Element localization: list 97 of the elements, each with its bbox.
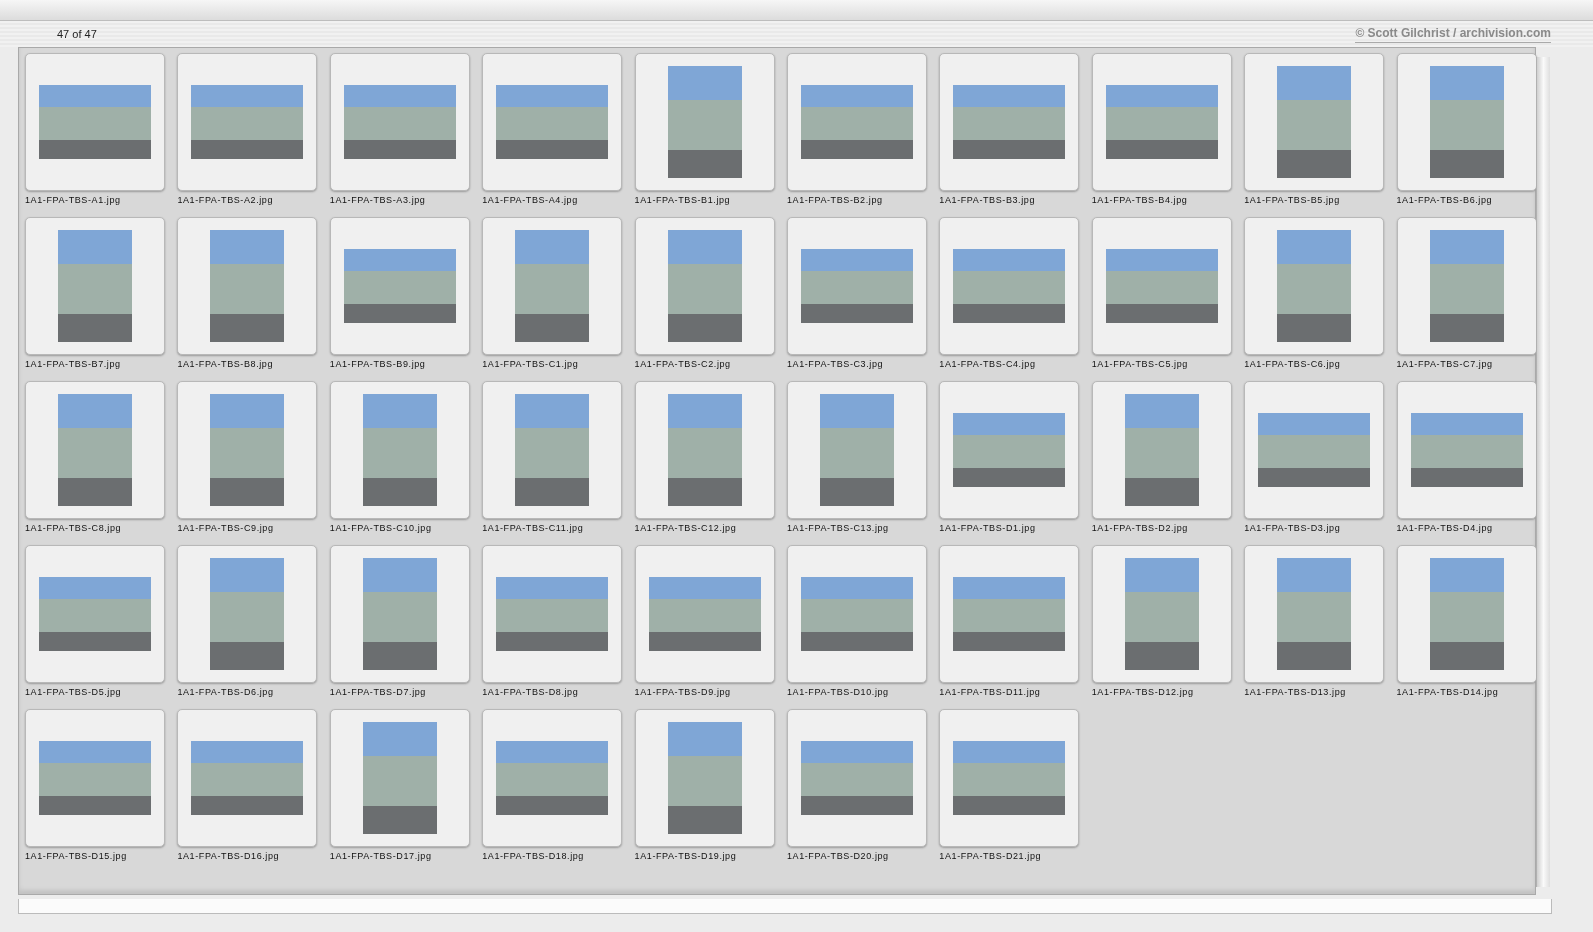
file-name: 1A1-FPA-TBS-D15.jpg <box>25 851 128 863</box>
file-name: 1A1-FPA-TBS-D14.jpg <box>1396 687 1500 699</box>
thumbnail-card[interactable] <box>1244 53 1385 191</box>
file-name: 1A1-FPA-TBS-B5.jpg <box>1244 195 1341 207</box>
thumbnail-card[interactable] <box>786 53 927 191</box>
file-name: 1A1-FPA-TBS-C11.jpg <box>482 523 585 535</box>
thumbnail-card[interactable] <box>786 709 927 847</box>
thumbnail-card[interactable] <box>786 381 927 519</box>
file-name: 1A1-FPA-TBS-B4.jpg <box>1091 195 1189 207</box>
thumbnail-card[interactable] <box>177 53 318 191</box>
file-name: 1A1-FPA-TBS-D16.jpg <box>177 851 281 863</box>
file-name: 1A1-FPA-TBS-A3.jpg <box>329 195 427 207</box>
file-name: 1A1-FPA-TBS-B2.jpg <box>786 195 884 207</box>
thumbnail-card[interactable] <box>634 545 775 683</box>
file-name: 1A1-FPA-TBS-B1.jpg <box>634 195 732 207</box>
thumbnail-card[interactable] <box>1091 381 1232 519</box>
thumbnail-card[interactable] <box>329 53 470 191</box>
file-name: 1A1-FPA-TBS-C6.jpg <box>1244 359 1342 371</box>
file-name: 1A1-FPA-TBS-D2.jpg <box>1091 523 1189 535</box>
file-name: 1A1-FPA-TBS-D5.jpg <box>25 687 123 699</box>
file-name: 1A1-FPA-TBS-B8.jpg <box>177 359 275 371</box>
file-name: 1A1-FPA-TBS-C13.jpg <box>786 523 890 535</box>
thumbnail-card[interactable] <box>634 709 775 847</box>
thumbnail-card[interactable] <box>329 709 470 847</box>
file-name: 1A1-FPA-TBS-D3.jpg <box>1244 523 1342 535</box>
file-name: 1A1-FPA-TBS-C3.jpg <box>786 359 885 371</box>
thumbnail-card[interactable] <box>1091 545 1232 683</box>
file-name: 1A1-FPA-TBS-C4.jpg <box>939 359 1037 371</box>
copyright-credit: © Scott Gilchrist / archivision.com <box>1355 25 1551 43</box>
file-name: 1A1-FPA-TBS-C7.jpg <box>1396 359 1494 371</box>
file-name: 1A1-FPA-TBS-B3.jpg <box>939 195 1036 207</box>
thumbnail-card[interactable] <box>1396 53 1537 191</box>
file-name: 1A1-FPA-TBS-D6.jpg <box>177 687 275 699</box>
file-name: 1A1-FPA-TBS-A4.jpg <box>482 195 579 207</box>
file-name: 1A1-FPA-TBS-C5.jpg <box>1091 359 1189 371</box>
thumbnail-card[interactable] <box>939 53 1080 191</box>
file-name: 1A1-FPA-TBS-A2.jpg <box>177 195 275 207</box>
file-name: 1A1-FPA-TBS-D10.jpg <box>786 687 890 699</box>
thumbnail-card[interactable] <box>1396 217 1537 355</box>
file-name: 1A1-FPA-TBS-C8.jpg <box>25 523 123 535</box>
thumbnail-card[interactable] <box>482 381 623 519</box>
image-count: 47 of 47 <box>57 28 97 40</box>
file-name: 1A1-FPA-TBS-D4.jpg <box>1396 523 1494 535</box>
thumbnail-card[interactable] <box>634 381 775 519</box>
thumbnail-card[interactable] <box>482 53 623 191</box>
thumbnail-card[interactable] <box>25 709 165 847</box>
file-name: 1A1-FPA-TBS-D9.jpg <box>634 687 732 699</box>
thumbnail-card[interactable] <box>939 545 1080 683</box>
file-name: 1A1-FPA-TBS-D1.jpg <box>939 523 1037 535</box>
thumbnail-card[interactable] <box>1091 217 1232 355</box>
thumbnail-card[interactable] <box>1244 545 1385 683</box>
thumbnail-card[interactable] <box>634 217 775 355</box>
thumbnail-card[interactable] <box>1091 53 1232 191</box>
thumbnail-card[interactable] <box>25 53 165 191</box>
thumbnail-card[interactable] <box>939 217 1080 355</box>
thumbnail-card[interactable] <box>177 381 318 519</box>
file-name: 1A1-FPA-TBS-D8.jpg <box>482 687 580 699</box>
thumbnail-card[interactable] <box>177 709 318 847</box>
thumbnail-card[interactable] <box>25 545 165 683</box>
thumbnail-card[interactable] <box>25 381 165 519</box>
thumbnail-card[interactable] <box>329 217 470 355</box>
file-name: 1A1-FPA-TBS-D12.jpg <box>1091 687 1195 699</box>
file-name: 1A1-FPA-TBS-D11.jpg <box>939 687 1042 699</box>
thumbnail-card[interactable] <box>1396 381 1537 519</box>
thumbnail-card[interactable] <box>786 217 927 355</box>
file-name: 1A1-FPA-TBS-C12.jpg <box>634 523 738 535</box>
file-name: 1A1-FPA-TBS-D17.jpg <box>329 851 433 863</box>
thumbnail-card[interactable] <box>1396 545 1537 683</box>
file-name: 1A1-FPA-TBS-A1.jpg <box>25 195 122 207</box>
thumbnail-card[interactable] <box>1244 381 1385 519</box>
file-name: 1A1-FPA-TBS-D7.jpg <box>329 687 427 699</box>
scrollbar[interactable] <box>1536 57 1550 887</box>
thumbnail-card[interactable] <box>634 53 775 191</box>
thumbnail-card[interactable] <box>482 545 623 683</box>
file-name: 1A1-FPA-TBS-D21.jpg <box>939 851 1043 863</box>
file-name: 1A1-FPA-TBS-B7.jpg <box>25 359 122 371</box>
file-name: 1A1-FPA-TBS-D19.jpg <box>634 851 738 863</box>
thumbnail-card[interactable] <box>329 381 470 519</box>
file-name: 1A1-FPA-TBS-B9.jpg <box>329 359 427 371</box>
file-name: 1A1-FPA-TBS-D20.jpg <box>786 851 890 863</box>
file-name: 1A1-FPA-TBS-C9.jpg <box>177 523 275 535</box>
file-name: 1A1-FPA-TBS-C1.jpg <box>482 359 580 371</box>
thumbnail-card[interactable] <box>329 545 470 683</box>
thumbnail-card[interactable] <box>482 217 623 355</box>
file-name: 1A1-FPA-TBS-D13.jpg <box>1244 687 1347 699</box>
thumbnail-card[interactable] <box>25 217 165 355</box>
thumbnail-card[interactable] <box>177 545 318 683</box>
thumbnail-card[interactable] <box>939 709 1080 847</box>
thumbnail-card[interactable] <box>482 709 623 847</box>
file-name: 1A1-FPA-TBS-D18.jpg <box>482 851 585 863</box>
thumbnail-card[interactable] <box>786 545 927 683</box>
file-name: 1A1-FPA-TBS-C10.jpg <box>329 523 433 535</box>
thumbnail-card[interactable] <box>1244 217 1385 355</box>
file-name: 1A1-FPA-TBS-B6.jpg <box>1396 195 1494 207</box>
file-name: 1A1-FPA-TBS-C2.jpg <box>634 359 732 371</box>
thumbnail-card[interactable] <box>939 381 1080 519</box>
thumbnail-card[interactable] <box>177 217 318 355</box>
